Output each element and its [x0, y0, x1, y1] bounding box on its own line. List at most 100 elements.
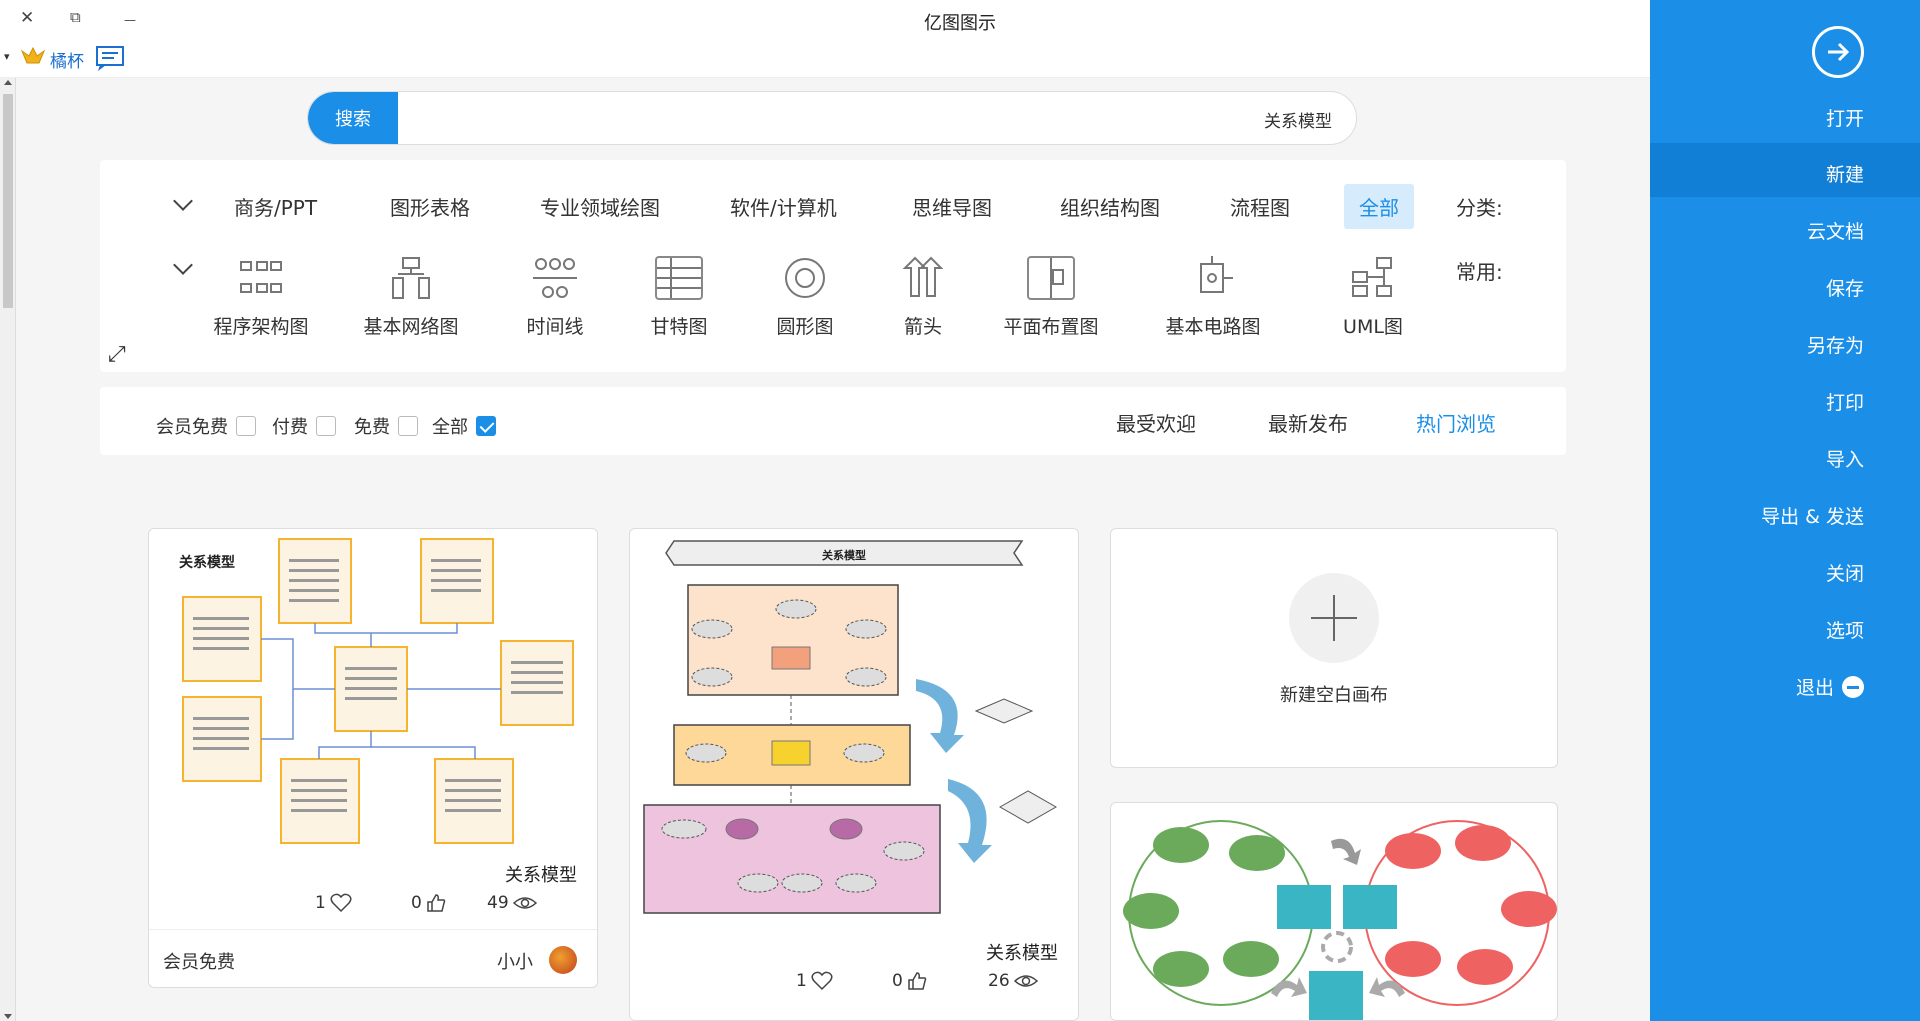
common-floor-plan[interactable]: 平面布置图: [986, 256, 1116, 339]
common-item-label: 甘特图: [650, 316, 708, 338]
open-arrow-icon[interactable]: [1812, 26, 1864, 78]
scroll-down-icon[interactable]: [4, 1014, 12, 1019]
common-item-label: 箭头: [903, 316, 942, 338]
template-card[interactable]: 关系模型 关系模型 26 0 1: [629, 528, 1079, 1021]
new-blank-canvas-card[interactable]: 新建空白画布: [1110, 528, 1558, 768]
common-gantt[interactable]: 甘特图: [614, 256, 744, 339]
scrollbar-thumb[interactable]: [3, 94, 13, 308]
common-timeline[interactable]: 时间线: [490, 256, 620, 339]
views-value: 49: [487, 893, 509, 913]
category-mind-map[interactable]: 思维导图: [912, 192, 992, 221]
dropdown-arrow-icon[interactable]: ▾: [4, 50, 10, 63]
common-item-label: 基本电路图: [1165, 316, 1261, 338]
category-flowchart[interactable]: 流程图: [1230, 192, 1290, 221]
thumbs-up-icon: [427, 894, 446, 912]
category-org-chart[interactable]: 组织结构图: [1060, 192, 1160, 221]
backstage-sidebar: 打开 新建 云文档 保存 另存为 打印 导入 导出 & 发送 关闭 选项 退出: [1650, 0, 1920, 1021]
plus-icon[interactable]: [1289, 573, 1379, 663]
common-circle-chart[interactable]: 圆形图: [740, 256, 870, 339]
circle-chart-icon: [781, 256, 829, 300]
category-graphic-table[interactable]: 图形表格: [390, 192, 470, 221]
category-professional[interactable]: 专业领域绘图: [540, 192, 660, 221]
common-basic-circuit[interactable]: 基本电路图: [1148, 256, 1278, 339]
likes-value: 0: [892, 971, 903, 991]
sidebar-item-export-send[interactable]: 导出 & 发送: [1761, 502, 1864, 529]
views-value: 26: [988, 971, 1010, 991]
filter-member-free-label: 会员免费: [156, 417, 228, 438]
timeline-icon: [531, 256, 579, 300]
author-name[interactable]: 小小: [497, 948, 533, 974]
common-label: 常用:: [1456, 260, 1503, 284]
sidebar-item-close[interactable]: 关闭: [1826, 559, 1864, 586]
template-name: 关系模型: [505, 865, 577, 886]
favorites-value: 1: [796, 971, 807, 991]
heart-icon: [330, 893, 352, 913]
filter-all-checkbox[interactable]: [476, 416, 496, 436]
sidebar-item-save-as[interactable]: 另存为: [1807, 331, 1864, 358]
sidebar-item-open[interactable]: 打开: [1826, 104, 1864, 131]
category-expand-chevron-icon[interactable]: [173, 191, 193, 211]
likes-count[interactable]: 0: [411, 893, 446, 913]
template-thumbnail: 关系模型: [179, 538, 574, 844]
author-avatar[interactable]: [549, 946, 577, 974]
arrow-shape-icon: [899, 256, 947, 300]
filter-paid[interactable]: 付费: [272, 413, 336, 439]
sidebar-item-cloud-docs[interactable]: 云文档: [1807, 217, 1864, 244]
thumbs-up-icon: [908, 972, 927, 990]
sidebar-item-exit[interactable]: 退出: [1796, 673, 1864, 700]
close-window-button[interactable]: ✕: [20, 8, 34, 28]
category-software[interactable]: 软件/计算机: [730, 192, 837, 221]
template-card[interactable]: 关系模型 关系模型 49 0 1 小小 会员免费: [148, 528, 598, 988]
filter-free-checkbox[interactable]: [398, 416, 418, 436]
common-arrow[interactable]: 箭头: [858, 256, 988, 339]
views-count: 49: [487, 893, 537, 913]
expand-fullscreen-icon[interactable]: ⤢: [108, 342, 126, 367]
common-expand-chevron-icon[interactable]: [173, 255, 193, 275]
common-item-label: 圆形图: [776, 316, 834, 338]
common-item-label: 基本网络图: [363, 316, 459, 338]
search-input[interactable]: 关系模型: [1264, 107, 1332, 132]
vertical-scrollbar[interactable]: [0, 78, 16, 1021]
sidebar-item-options[interactable]: 选项: [1826, 616, 1864, 643]
category-all[interactable]: 全部: [1344, 184, 1414, 229]
vip-crown-icon[interactable]: [20, 45, 46, 74]
floor-plan-icon: [1027, 256, 1075, 300]
filter-free[interactable]: 免费: [354, 413, 418, 439]
card-footer: 小小 会员免费: [149, 929, 597, 987]
favorites-count[interactable]: 1: [796, 971, 833, 991]
filter-paid-checkbox[interactable]: [316, 416, 336, 436]
likes-value: 0: [411, 893, 422, 913]
common-item-label: 时间线: [526, 316, 584, 338]
sort-hot[interactable]: 热门浏览: [1416, 408, 1496, 437]
template-thumbnail: [1123, 820, 1557, 1020]
titlebar: ✕ ⧉ — 亿图图示: [0, 0, 1650, 40]
common-basic-network[interactable]: 基本网络图: [346, 256, 476, 339]
minimize-window-button[interactable]: —: [124, 13, 136, 27]
app-window: ✕ ⧉ — 亿图图示 ▾ 橘杯 搜索 关系模型 分类: 全部 流程图 组织结构图…: [0, 0, 1920, 1021]
sidebar-item-new[interactable]: 新建: [1826, 160, 1864, 187]
filter-all[interactable]: 全部: [432, 413, 496, 439]
sort-popular[interactable]: 最受欢迎: [1116, 408, 1196, 437]
sort-newest[interactable]: 最新发布: [1268, 408, 1348, 437]
new-blank-canvas-label: 新建空白画布: [1280, 685, 1388, 706]
feedback-icon[interactable]: [94, 44, 126, 77]
views-count: 26: [988, 971, 1038, 991]
category-business-ppt[interactable]: 商务/PPT: [234, 192, 317, 221]
circuit-icon: [1189, 256, 1237, 300]
search-bar[interactable]: 搜索 关系模型: [307, 91, 1357, 145]
sidebar-item-save[interactable]: 保存: [1826, 274, 1864, 301]
search-button[interactable]: 搜索: [308, 92, 398, 144]
favorites-count[interactable]: 1: [315, 893, 352, 913]
sidebar-item-import[interactable]: 导入: [1826, 445, 1864, 472]
sidebar-item-print[interactable]: 打印: [1826, 388, 1864, 415]
filter-member-free-checkbox[interactable]: [236, 416, 256, 436]
category-label: 分类:: [1456, 196, 1503, 220]
likes-count[interactable]: 0: [892, 971, 927, 991]
filter-member-free[interactable]: 会员免费: [156, 413, 256, 439]
common-program-architecture[interactable]: 程序架构图: [196, 256, 326, 339]
template-card[interactable]: [1110, 802, 1558, 1021]
common-uml[interactable]: UML图: [1308, 256, 1438, 339]
user-name-label[interactable]: 橘杯: [50, 47, 84, 72]
restore-window-button[interactable]: ⧉: [70, 8, 81, 26]
scroll-up-icon[interactable]: [4, 80, 12, 85]
